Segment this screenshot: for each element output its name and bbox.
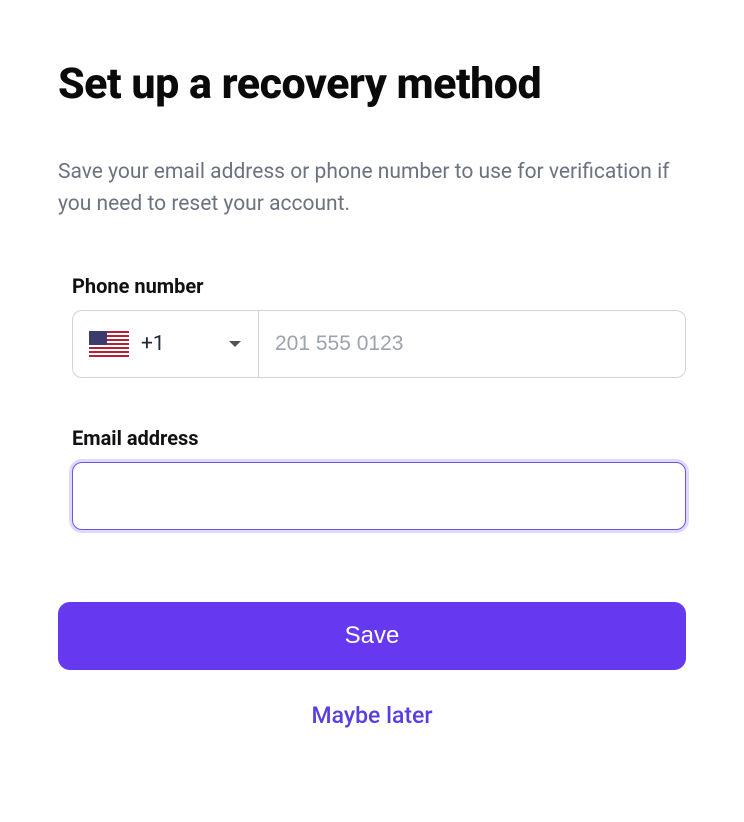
us-flag-icon — [89, 331, 129, 357]
phone-input[interactable] — [259, 311, 685, 377]
actions-group: Save Maybe later — [58, 602, 686, 729]
email-label: Email address — [58, 426, 686, 450]
page-heading: Set up a recovery method — [58, 60, 686, 109]
email-input[interactable] — [72, 462, 686, 530]
phone-field-group: Phone number +1 — [58, 274, 686, 378]
page-subtitle: Save your email address or phone number … — [58, 157, 686, 220]
email-field-group: Email address — [58, 426, 686, 530]
country-code-select[interactable]: +1 — [73, 311, 259, 377]
save-button[interactable]: Save — [58, 602, 686, 670]
phone-input-row: +1 — [72, 310, 686, 378]
country-code-text: +1 — [141, 332, 165, 356]
phone-label: Phone number — [58, 274, 686, 298]
maybe-later-link[interactable]: Maybe later — [58, 702, 686, 729]
chevron-down-icon — [228, 340, 242, 348]
